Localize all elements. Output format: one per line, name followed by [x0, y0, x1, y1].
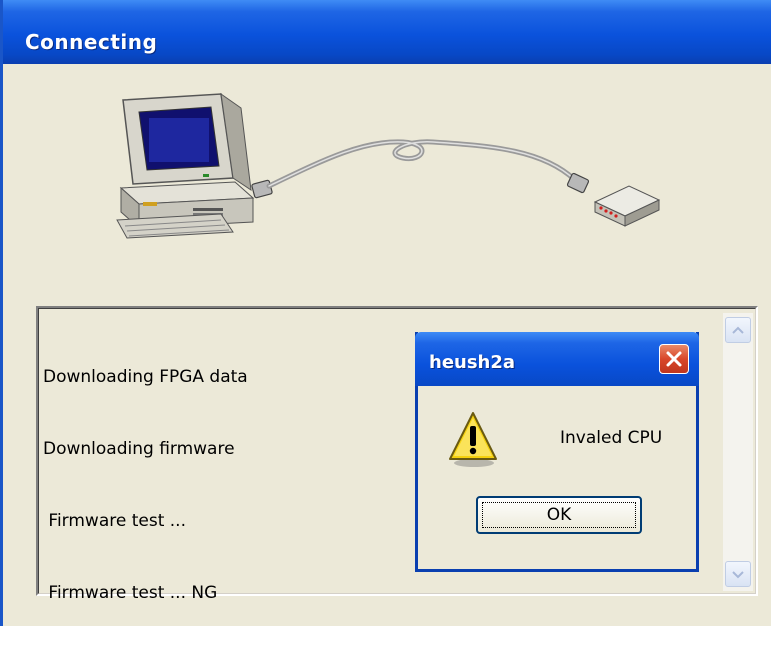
log-line: Firmware test ...: [43, 511, 186, 531]
dialog-title: heush2a: [429, 352, 516, 373]
cable-icon: [251, 139, 590, 199]
log-line: Downloading FPGA data: [43, 367, 248, 387]
connection-illustration: [116, 92, 661, 239]
warning-icon: [449, 412, 497, 467]
error-dialog: heush2a Invaled CPU OK: [415, 332, 699, 572]
scroll-up-icon: [732, 326, 744, 334]
window-title: Connecting: [25, 30, 158, 54]
scroll-down-icon: [732, 571, 744, 579]
window-titlebar[interactable]: Connecting: [3, 0, 771, 64]
close-button[interactable]: [659, 344, 689, 374]
dialog-message: Invaled CPU: [560, 428, 663, 448]
vertical-scrollbar[interactable]: [723, 313, 753, 591]
connecting-window: Connecting Downloading FPGA data Downloa…: [0, 0, 771, 626]
log-line: Firmware test ... NG: [43, 583, 218, 603]
ok-label: OK: [546, 505, 572, 525]
log-line: Downloading firmware: [43, 439, 235, 459]
log-text: Downloading FPGA data Downloading firmwa…: [43, 317, 248, 653]
ok-button[interactable]: OK: [476, 496, 642, 534]
close-icon: [666, 351, 682, 367]
scroll-up-button[interactable]: [725, 317, 751, 343]
computer-icon: [116, 92, 255, 239]
dialog-titlebar[interactable]: heush2a: [415, 332, 699, 386]
scroll-down-button[interactable]: [725, 561, 751, 587]
device-icon: [593, 185, 661, 227]
